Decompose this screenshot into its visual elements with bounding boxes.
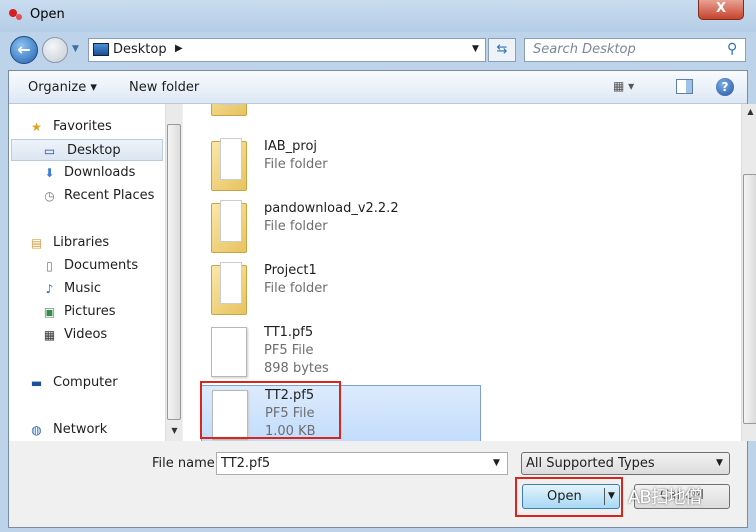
nav-label: Videos xyxy=(64,327,108,342)
file-name: Project1 xyxy=(264,263,317,278)
nav-computer[interactable]: ▬ Computer xyxy=(9,372,165,394)
folder-icon xyxy=(211,104,247,116)
file-name: TT1.pf5 xyxy=(264,325,314,340)
file-name-value: TT2.pf5 xyxy=(221,456,271,471)
file-name-input[interactable]: TT2.pf5 ▼ xyxy=(216,452,508,475)
watermark: AB扫地僧 xyxy=(628,487,703,508)
desktop-icon xyxy=(93,43,109,56)
documents-icon: ▯ xyxy=(46,259,53,273)
preview-pane-button[interactable] xyxy=(676,79,693,94)
nav-label: Downloads xyxy=(64,165,136,180)
computer-icon: ▬ xyxy=(30,376,43,390)
navigation-pane: ★ Favorites ▭ Desktop ⬇ Downloads ◷ Recent P… xyxy=(9,104,165,441)
views-button[interactable]: ▦ ▾ xyxy=(613,79,634,93)
nav-documents[interactable]: ▯ Documents xyxy=(9,255,165,277)
back-button[interactable]: ← xyxy=(10,36,38,64)
highlight-box-selected-file xyxy=(200,381,341,439)
new-folder-button[interactable]: New folder xyxy=(129,80,199,95)
folder-icon xyxy=(211,200,247,253)
breadcrumb-desktop[interactable]: Desktop xyxy=(113,42,167,57)
nav-label: Pictures xyxy=(64,304,116,319)
music-icon: ♪ xyxy=(45,282,54,296)
help-button[interactable]: ? xyxy=(716,78,734,96)
nav-label: Network xyxy=(53,422,108,437)
nav-network[interactable]: ◍ Network xyxy=(9,419,165,441)
network-icon: ◍ xyxy=(31,423,42,437)
file-list-scrollbar[interactable]: ▲ xyxy=(741,104,756,441)
nav-label: Libraries xyxy=(53,235,110,250)
organize-button[interactable]: Organize ▾ xyxy=(28,80,97,95)
search-input[interactable]: Search Desktop ⚲ xyxy=(524,38,746,62)
downloads-icon: ⬇ xyxy=(44,166,55,180)
file-icon xyxy=(211,327,247,377)
search-icon[interactable]: ⚲ xyxy=(727,41,737,57)
chevron-down-icon[interactable]: ▼ xyxy=(472,44,479,54)
breadcrumb-arrow-icon[interactable]: ▶ xyxy=(175,43,183,54)
scroll-up-arrow[interactable]: ▲ xyxy=(742,107,756,116)
close-button[interactable]: X xyxy=(698,0,744,20)
nav-label: Desktop xyxy=(67,143,121,158)
nav-libraries[interactable]: ▤ Libraries xyxy=(9,232,165,254)
nav-label: Recent Places xyxy=(64,188,155,203)
file-type-value: All Supported Types xyxy=(526,456,655,471)
app-icon xyxy=(9,9,23,21)
file-size: 898 bytes xyxy=(264,361,329,376)
nav-scroll-thumb[interactable] xyxy=(167,124,181,420)
nav-scrollbar[interactable]: ▼ xyxy=(165,104,182,441)
recent-pages-icon[interactable]: ▼ xyxy=(72,44,79,54)
nav-videos[interactable]: ▦ Videos xyxy=(9,324,165,346)
nav-downloads[interactable]: ⬇ Downloads xyxy=(9,162,165,184)
nav-label: Documents xyxy=(64,258,139,273)
file-item[interactable]: File folder xyxy=(201,104,481,122)
recent-places-icon: ◷ xyxy=(44,189,55,203)
file-item[interactable]: pandownload_v2.2.2 File folder xyxy=(201,199,481,259)
toolbar: Organize ▾ New folder ▦ ▾ ? xyxy=(9,71,747,104)
file-item[interactable]: IAB_proj File folder xyxy=(201,137,481,197)
scroll-down-arrow[interactable]: ▼ xyxy=(166,426,183,435)
nav-label: Computer xyxy=(53,375,118,390)
star-icon: ★ xyxy=(31,120,42,134)
refresh-button[interactable]: ⇆ xyxy=(488,38,516,62)
forward-button[interactable] xyxy=(42,37,68,63)
title-bar: Open X xyxy=(0,0,756,32)
file-name: IAB_proj xyxy=(264,139,318,154)
nav-label: Music xyxy=(64,281,101,296)
chevron-down-icon[interactable]: ▼ xyxy=(716,458,723,468)
pictures-icon: ▣ xyxy=(43,305,56,319)
folder-icon xyxy=(211,138,247,191)
address-bar[interactable]: Desktop ▶ ▼ xyxy=(88,38,486,62)
videos-icon: ▦ xyxy=(43,328,56,342)
search-placeholder: Search Desktop xyxy=(533,42,636,57)
folder-icon xyxy=(211,262,247,315)
nav-recent-places[interactable]: ◷ Recent Places xyxy=(9,185,165,207)
window-title: Open xyxy=(30,7,65,22)
file-type: File folder xyxy=(264,157,328,172)
file-type-select[interactable]: All Supported Types ▼ xyxy=(521,452,730,475)
file-item[interactable]: Project1 File folder xyxy=(201,261,481,321)
nav-music[interactable]: ♪ Music xyxy=(9,278,165,300)
chevron-down-icon[interactable]: ▼ xyxy=(493,458,500,468)
nav-label: Favorites xyxy=(53,119,112,134)
nav-desktop[interactable]: ▭ Desktop xyxy=(11,139,163,161)
file-type: PF5 File xyxy=(264,343,314,358)
desktop-icon: ▭ xyxy=(43,144,56,158)
file-type: File folder xyxy=(264,219,328,234)
file-scroll-thumb[interactable] xyxy=(743,174,756,424)
file-name: pandownload_v2.2.2 xyxy=(264,201,399,216)
nav-pictures[interactable]: ▣ Pictures xyxy=(9,301,165,323)
file-name-label: File name: xyxy=(152,456,220,471)
file-type: File folder xyxy=(264,281,328,296)
nav-favorites[interactable]: ★ Favorites xyxy=(9,116,165,138)
highlight-box-open xyxy=(515,477,623,517)
libraries-icon: ▤ xyxy=(30,236,43,250)
file-item[interactable]: TT1.pf5 PF5 File 898 bytes xyxy=(201,323,481,383)
